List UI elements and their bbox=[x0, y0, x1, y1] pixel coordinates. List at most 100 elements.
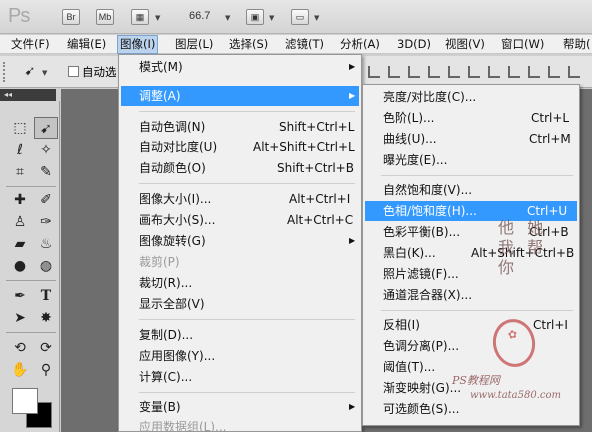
adjust-item-threshold[interactable]: 阈值(T)... bbox=[365, 357, 577, 377]
bridge-button[interactable]: Br bbox=[62, 9, 80, 25]
menu-separator bbox=[139, 183, 355, 184]
zoom-icon[interactable]: ⚲ bbox=[34, 359, 58, 381]
chevron-down-icon[interactable]: ▼ bbox=[42, 69, 47, 77]
pen-icon[interactable]: ✒ bbox=[8, 285, 32, 307]
adjust-item-curves[interactable]: 曲线(U)... Ctrl+M bbox=[365, 129, 577, 149]
move-icon[interactable]: ➹ bbox=[34, 117, 58, 139]
history-brush-icon[interactable]: ✑ bbox=[34, 211, 58, 233]
foreground-color-swatch[interactable] bbox=[12, 388, 38, 414]
adjust-item-exposure[interactable]: 曝光度(E)... bbox=[365, 150, 577, 170]
image-menu-item-auto-contrast[interactable]: 自动对比度(U) Alt+Shift+Ctrl+L bbox=[121, 137, 359, 157]
crop-icon[interactable]: ⌗ bbox=[8, 161, 32, 183]
image-menu-item-auto-color[interactable]: 自动颜色(O) Shift+Ctrl+B bbox=[121, 158, 359, 178]
image-menu-item-trim[interactable]: 裁切(R)... bbox=[121, 273, 359, 293]
hand-icon[interactable]: ✋ bbox=[8, 359, 32, 381]
auto-select-checkbox[interactable] bbox=[68, 66, 79, 77]
tools-divider bbox=[6, 186, 56, 187]
dodge-icon[interactable]: ◍ bbox=[34, 255, 58, 277]
menu-layer[interactable]: 图层(L) bbox=[174, 35, 214, 54]
adjust-item-hue-saturation[interactable]: 色相/饱和度(H)... Ctrl+U bbox=[365, 201, 577, 221]
image-menu-item-auto-tone[interactable]: 自动色调(N) Shift+Ctrl+L bbox=[121, 117, 359, 137]
eyedropper-icon[interactable]: ✎ bbox=[34, 161, 58, 183]
mini-bridge-button[interactable]: Mb bbox=[96, 9, 114, 25]
adjust-item-invert[interactable]: 反相(I) Ctrl+I bbox=[365, 315, 577, 335]
menu-select[interactable]: 选择(S) bbox=[228, 35, 269, 54]
adjust-item-gradient-map[interactable]: 渐变映射(G)... bbox=[365, 378, 577, 398]
distribute-bottom-icon[interactable] bbox=[508, 66, 520, 78]
options-grip[interactable] bbox=[3, 62, 7, 82]
image-menu-item-duplicate[interactable]: 复制(D)... bbox=[121, 325, 359, 345]
type-icon[interactable]: T bbox=[34, 285, 58, 307]
adjust-item-posterize[interactable]: 色调分离(P)... bbox=[365, 336, 577, 356]
adjust-item-brightness-contrast[interactable]: 亮度/对比度(C)... bbox=[365, 87, 577, 107]
chevron-down-icon[interactable]: ▼ bbox=[314, 14, 319, 22]
distribute-top-icon[interactable] bbox=[468, 66, 480, 78]
healing-brush-icon[interactable]: ✚ bbox=[8, 189, 32, 211]
image-menu-item-image-rotation[interactable]: 图像旋转(G) ▶ bbox=[121, 231, 359, 251]
menu-help[interactable]: 帮助( bbox=[562, 35, 592, 54]
clone-stamp-icon[interactable]: ♙ bbox=[8, 211, 32, 233]
image-menu-item-image-size[interactable]: 图像大小(I)... Alt+Ctrl+I bbox=[121, 189, 359, 209]
adjust-item-levels[interactable]: 色阶(L)... Ctrl+L bbox=[365, 108, 577, 128]
image-menu-item-canvas-size[interactable]: 画布大小(S)... Alt+Ctrl+C bbox=[121, 210, 359, 230]
menu-separator bbox=[381, 175, 573, 176]
path-selection-icon[interactable]: ➤ bbox=[8, 307, 32, 329]
adjust-item-selective-color[interactable]: 可选颜色(S)... bbox=[365, 399, 577, 419]
image-menu-item-reveal-all[interactable]: 显示全部(V) bbox=[121, 294, 359, 314]
image-menu-item-variables[interactable]: 变量(B) ▶ bbox=[121, 397, 359, 417]
menu-view[interactable]: 视图(V) bbox=[444, 35, 486, 54]
menu-analysis[interactable]: 分析(A) bbox=[339, 35, 381, 54]
brush-icon[interactable]: ✐ bbox=[34, 189, 58, 211]
zoom-level[interactable]: 66.7 bbox=[189, 10, 210, 22]
adjust-item-vibrance[interactable]: 自然饱和度(V)... bbox=[365, 180, 577, 200]
align-middle-icon[interactable] bbox=[388, 66, 400, 78]
adjust-item-color-balance[interactable]: 色彩平衡(B)... Ctrl+B bbox=[365, 222, 577, 242]
image-menu-item-adjustments[interactable]: 调整(A) ▶ bbox=[121, 86, 359, 106]
distribute-center-icon[interactable] bbox=[548, 66, 560, 78]
tools-panel-header[interactable]: ◂◂ bbox=[0, 89, 56, 101]
adjust-item-channel-mixer[interactable]: 通道混合器(X)... bbox=[365, 285, 577, 305]
align-bottom-icon[interactable] bbox=[408, 66, 420, 78]
image-menu-item-apply-image[interactable]: 应用图像(Y)... bbox=[121, 346, 359, 366]
paint-bucket-icon[interactable]: ♨ bbox=[34, 233, 58, 255]
distribute-middle-icon[interactable] bbox=[488, 66, 500, 78]
menu-separator bbox=[381, 310, 573, 311]
distribute-right-icon[interactable] bbox=[568, 66, 580, 78]
auto-select-label: 自动选 bbox=[82, 65, 117, 79]
menu-separator bbox=[139, 392, 355, 393]
tools-panel: ⬚ ➹ ℓ ✧ ⌗ ✎ ✚ ✐ ♙ ✑ ▰ ♨ ● ◍ ✒ T ➤ ✸ ⟲ ⟳ … bbox=[0, 101, 60, 432]
menu-window[interactable]: 窗口(W) bbox=[500, 35, 545, 54]
application-bar: Ps Br Mb ▦ ▼ 66.7 ▼ ▣ ▼ ▭ ▼ bbox=[0, 0, 592, 34]
image-menu-item-apply-data-set: 应用数据组(L)... bbox=[139, 420, 227, 432]
magic-wand-icon[interactable]: ✧ bbox=[34, 139, 58, 161]
menu-filter[interactable]: 滤镜(T) bbox=[284, 35, 325, 54]
image-menu-item-calculations[interactable]: 计算(C)... bbox=[121, 367, 359, 387]
marquee-icon[interactable]: ⬚ bbox=[8, 117, 32, 139]
menu-file[interactable]: 文件(F) bbox=[10, 35, 51, 54]
image-menu-item-mode[interactable]: 模式(M) ▶ bbox=[121, 57, 359, 77]
arrange-documents-icon[interactable]: ▣ bbox=[246, 9, 264, 25]
submenu-arrow-icon: ▶ bbox=[349, 91, 356, 100]
3d-rotate-icon[interactable]: ⟲ bbox=[8, 337, 32, 359]
chevron-down-icon[interactable]: ▼ bbox=[225, 14, 230, 22]
move-icon[interactable]: ➹ bbox=[18, 61, 42, 83]
menu-edit[interactable]: 编辑(E) bbox=[66, 35, 107, 54]
align-top-icon[interactable] bbox=[368, 66, 380, 78]
menu-image[interactable]: 图像(I) bbox=[117, 35, 159, 54]
eraser-icon[interactable]: ▰ bbox=[8, 233, 32, 255]
lasso-icon[interactable]: ℓ bbox=[8, 139, 32, 161]
shape-icon[interactable]: ✸ bbox=[34, 307, 58, 329]
screen-mode-icon[interactable]: ▭ bbox=[291, 9, 309, 25]
chevron-down-icon[interactable]: ▼ bbox=[269, 14, 274, 22]
adjust-item-black-white[interactable]: 黑白(K)... Alt+Shift+Ctrl+B bbox=[365, 243, 577, 263]
align-center-icon[interactable] bbox=[448, 66, 460, 78]
menu-3d[interactable]: 3D(D) bbox=[396, 35, 432, 54]
adjust-item-photo-filter[interactable]: 照片滤镜(F)... bbox=[365, 264, 577, 284]
view-extras-icon[interactable]: ▦ bbox=[131, 9, 149, 25]
blur-icon[interactable]: ● bbox=[8, 255, 32, 277]
chevron-down-icon[interactable]: ▼ bbox=[155, 14, 160, 22]
image-menu-dropdown: 模式(M) ▶ 调整(A) ▶ 自动色调(N) Shift+Ctrl+L 自动对比度(… bbox=[118, 54, 362, 432]
3d-orbit-icon[interactable]: ⟳ bbox=[34, 337, 58, 359]
align-left-icon[interactable] bbox=[428, 66, 440, 78]
distribute-left-icon[interactable] bbox=[528, 66, 540, 78]
